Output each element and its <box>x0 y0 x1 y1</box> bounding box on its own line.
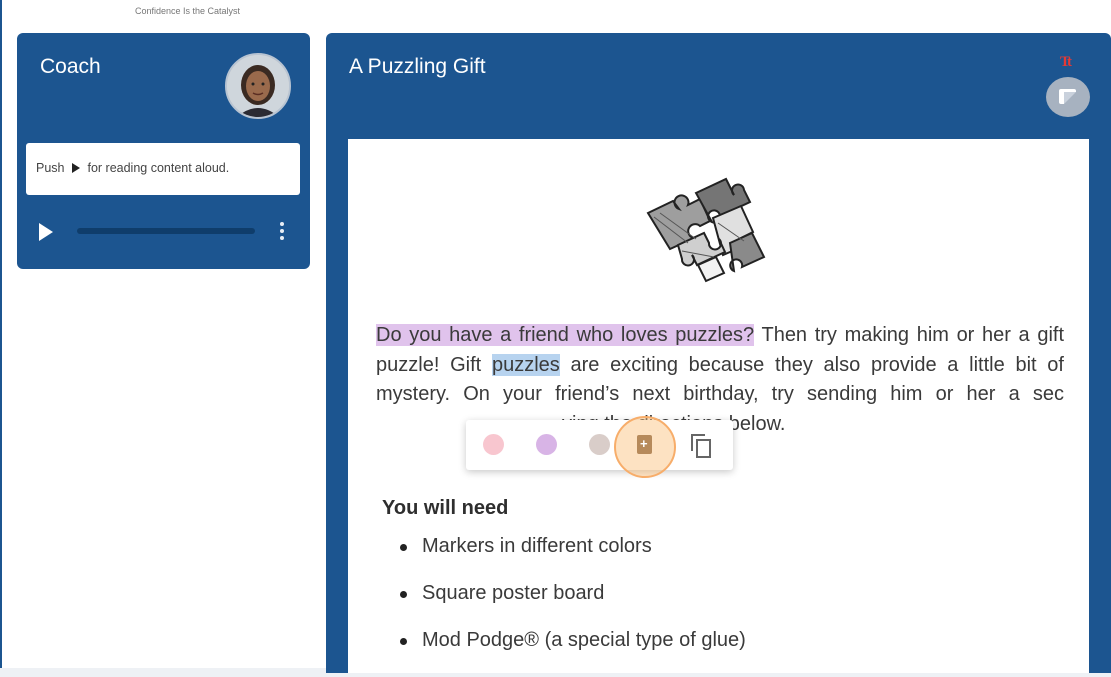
avatar-portrait-icon <box>227 55 289 117</box>
note-icon <box>1059 89 1076 104</box>
audio-progress-bar[interactable] <box>77 228 255 234</box>
coach-instruction-before: Push <box>36 161 65 175</box>
highlight-toolbar <box>466 416 733 478</box>
coach-avatar <box>225 53 291 119</box>
highlighted-sentence[interactable]: Do you have a friend who loves puzzles? <box>376 324 755 346</box>
notes-button[interactable] <box>1046 77 1090 117</box>
highlight-pink-swatch[interactable] <box>483 434 504 455</box>
add-note-icon <box>637 435 652 454</box>
coach-title: Coach <box>40 55 101 78</box>
list-item: Markers in different colors <box>400 535 746 582</box>
more-options-icon[interactable] <box>277 220 287 244</box>
coach-panel: Coach Push for reading content aloud. <box>17 33 310 269</box>
list-item: Mod Podge® (a special type of glue) <box>400 629 746 676</box>
coach-instruction-after: for reading content aloud. <box>87 161 230 175</box>
content-card: Do you have a friend who loves puzzles? … <box>348 139 1089 673</box>
needs-heading: You will need <box>382 497 509 519</box>
highlight-purple-swatch[interactable] <box>536 434 557 455</box>
selected-word[interactable]: puzzles <box>491 353 560 376</box>
text-size-icon[interactable]: Tt <box>1060 54 1072 71</box>
header-tagline: Confidence Is the Catalyst <box>135 6 241 16</box>
highlight-taupe-swatch[interactable] <box>589 434 610 455</box>
puzzle-pieces-image <box>646 177 766 283</box>
content-panel: A Puzzling Gift Tt Do you have a friend … <box>326 33 1111 673</box>
play-glyph-icon <box>71 163 80 173</box>
copy-button[interactable] <box>688 432 714 458</box>
play-button[interactable] <box>39 223 53 241</box>
list-item: Square poster board <box>400 582 746 629</box>
coach-message: Push for reading content aloud. <box>26 143 300 195</box>
lesson-title: A Puzzling Gift <box>349 55 486 78</box>
add-note-button[interactable] <box>614 416 676 478</box>
needs-list: Markers in different colors Square poste… <box>400 535 746 676</box>
